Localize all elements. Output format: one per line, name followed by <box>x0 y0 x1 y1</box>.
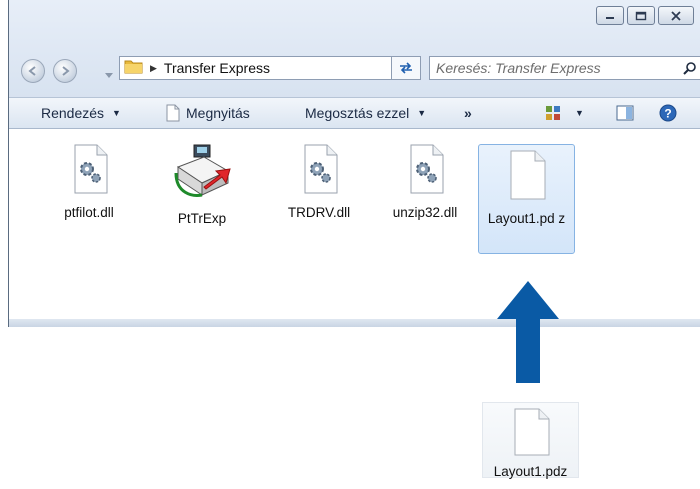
window-bottom-edge <box>9 319 700 327</box>
breadcrumb-arrow-icon[interactable]: ▶ <box>150 63 157 74</box>
file-name: ptfilot.dll <box>64 205 114 220</box>
file-name: unzip32.dll <box>392 205 458 220</box>
chevron-down-icon: ▼ <box>417 108 427 118</box>
more-label: » <box>464 105 472 121</box>
chevron-down-icon <box>105 73 113 78</box>
file-name: Layout1.pd z <box>487 211 566 226</box>
window-controls <box>593 6 694 25</box>
forward-button[interactable] <box>53 59 77 83</box>
file-item[interactable]: unzip32.dll <box>378 143 472 222</box>
chevron-down-icon: ▼ <box>112 108 121 118</box>
more-commands-button[interactable]: » <box>464 98 472 128</box>
folder-icon <box>124 57 144 80</box>
dragged-file[interactable]: Layout1.pdz <box>482 402 579 479</box>
maximize-icon <box>635 11 647 20</box>
dll-gear-icon <box>74 144 108 194</box>
blank-document-icon <box>510 150 545 200</box>
share-label: Megosztás ezzel <box>305 105 410 121</box>
file-item[interactable]: PtTrExp <box>155 143 249 228</box>
dll-gear-icon <box>304 144 338 194</box>
file-list: ptfilot.dll PtTrExp TRDRV.dll unzip32.dl… <box>9 129 700 319</box>
chevron-down-icon: ▼ <box>575 108 584 118</box>
minimize-button[interactable] <box>596 6 624 25</box>
upward-arrow-icon <box>497 281 559 383</box>
close-button[interactable] <box>658 6 694 25</box>
file-item-selected[interactable]: Layout1.pd z <box>478 144 575 254</box>
change-view-button[interactable]: ▼ <box>545 98 584 128</box>
file-item[interactable]: TRDRV.dll <box>272 143 366 222</box>
open-label: Megnyitás <box>186 105 250 121</box>
dll-gear-icon <box>410 144 444 194</box>
address-path[interactable]: Transfer Express <box>164 60 402 76</box>
refresh-icon <box>400 62 412 74</box>
help-button[interactable]: ? <box>659 98 677 128</box>
preview-pane-icon <box>616 105 634 121</box>
help-icon: ? <box>659 104 677 122</box>
close-icon <box>671 10 681 21</box>
share-with-button[interactable]: Megosztás ezzel ▼ <box>305 98 426 128</box>
search-input[interactable] <box>430 59 678 77</box>
forward-arrow-icon <box>62 66 70 76</box>
back-button[interactable] <box>21 59 45 83</box>
search-box[interactable] <box>429 56 700 80</box>
blank-document-icon <box>514 408 549 456</box>
minimize-icon <box>606 16 614 19</box>
view-icon <box>546 106 560 120</box>
command-bar: Rendezés ▼ Megnyitás Megosztás ezzel ▼ »… <box>9 97 700 129</box>
svg-text:?: ? <box>664 107 671 121</box>
file-name: TRDRV.dll <box>287 205 351 220</box>
file-name: PtTrExp <box>177 211 227 226</box>
address-bar[interactable]: ▶ Transfer Express ▼ <box>119 56 421 80</box>
organize-label: Rendezés <box>41 105 105 121</box>
back-arrow-icon <box>28 66 36 76</box>
organize-button[interactable]: Rendezés ▼ <box>41 98 121 128</box>
refresh-button[interactable] <box>391 56 421 80</box>
preview-pane-button[interactable] <box>616 98 634 128</box>
dragged-file-name: Layout1.pdz <box>493 464 568 479</box>
maximize-button[interactable] <box>627 6 655 25</box>
recent-pages-dropdown[interactable] <box>105 66 113 84</box>
document-icon <box>166 104 180 122</box>
search-icon[interactable] <box>678 61 700 75</box>
open-button[interactable]: Megnyitás <box>166 98 250 128</box>
file-item[interactable]: ptfilot.dll <box>42 143 136 222</box>
printer-app-icon <box>174 144 231 197</box>
